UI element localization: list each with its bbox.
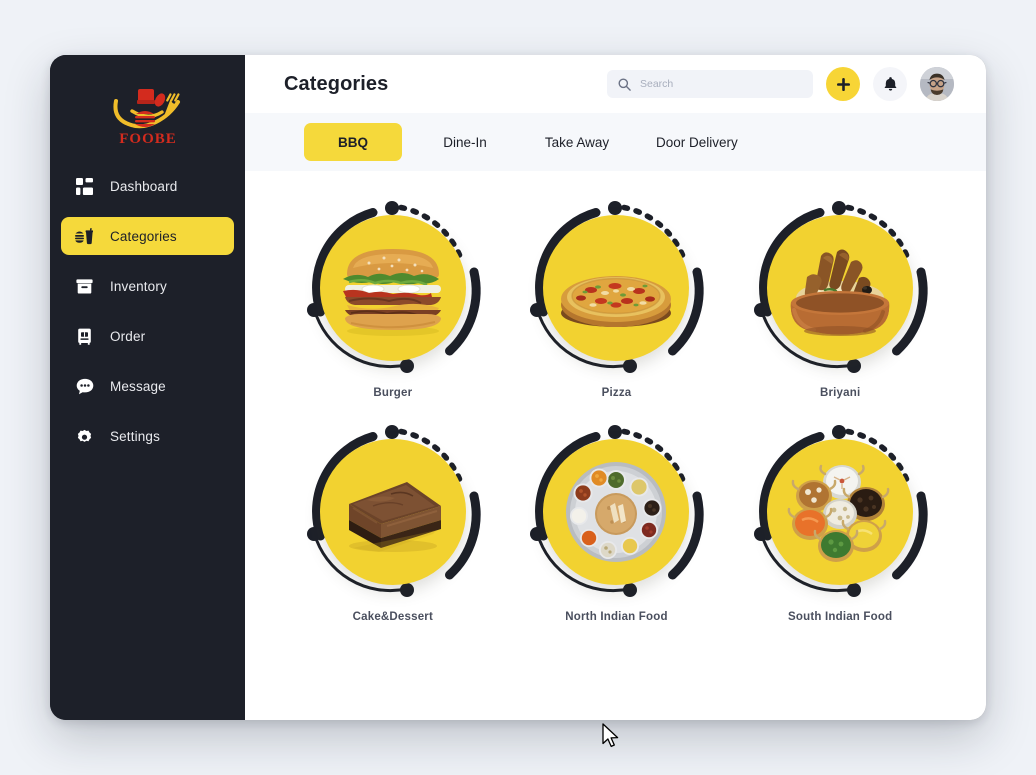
food-drink-icon: [75, 227, 94, 246]
add-category-button[interactable]: [826, 67, 860, 101]
category-card-briyani[interactable]: Briyani: [728, 193, 952, 399]
tab-take-away[interactable]: Take Away: [528, 123, 626, 161]
category-image-briyani: [767, 215, 914, 361]
arrow-cursor-icon: [602, 723, 619, 748]
logo-wordmark: FOOBE: [119, 131, 177, 147]
tab-label: Take Away: [544, 134, 610, 150]
south-indian-bowls-photo: [787, 464, 890, 562]
sidebar-item-dashboard[interactable]: Dashboard: [61, 167, 234, 205]
burger-photo: [342, 249, 441, 336]
category-label: South Indian Food: [788, 611, 893, 623]
user-avatar[interactable]: [920, 67, 954, 101]
sidebar-item-categories[interactable]: Categories: [61, 217, 234, 255]
ring-dot-left: [754, 303, 769, 317]
search-input[interactable]: [640, 78, 802, 90]
cake-dessert-photo: [348, 482, 441, 552]
progress-ring-wrap: [298, 417, 488, 607]
category-label: Cake&Dessert: [352, 611, 434, 623]
sidebar-item-label: Inventory: [110, 278, 167, 294]
category-label: North Indian Food: [565, 611, 668, 623]
app-logo[interactable]: FOOBE: [50, 77, 245, 155]
sidebar-item-order[interactable]: Order: [61, 317, 234, 355]
sidebar-item-label: Order: [110, 328, 146, 344]
topbar-actions: [607, 67, 954, 101]
progress-ring-wrap: [521, 193, 711, 383]
ring-dot-left: [306, 303, 321, 317]
progress-ring-wrap: [745, 193, 935, 383]
ring-dot-left: [530, 303, 545, 317]
north-indian-thali-photo: [566, 462, 667, 562]
tab-bbq[interactable]: BBQ: [304, 123, 402, 161]
plus-icon: [836, 77, 850, 91]
mouse-cursor: [602, 723, 622, 756]
tab-label: Door Delivery: [656, 134, 738, 150]
app-window: FOOBE Dashboard Categories Inventory Ord…: [50, 55, 986, 720]
tab-label: Dine-In: [443, 134, 487, 150]
ring-dot-bottom: [623, 583, 638, 597]
category-card-cake-dessert[interactable]: Cake&Dessert: [281, 417, 505, 623]
category-tabs: BBQ Dine-In Take Away Door Delivery: [245, 113, 986, 171]
pizza-photo: [561, 276, 672, 327]
ring-dot-top: [608, 425, 623, 439]
ring-dot-top: [384, 425, 399, 439]
progress-ring-wrap: [745, 417, 935, 607]
ring-dot-top: [384, 201, 399, 215]
chat-bubble-icon: [75, 377, 94, 396]
tab-door-delivery[interactable]: Door Delivery: [640, 123, 754, 161]
ring-dot-left: [754, 527, 769, 541]
avatar-photo: [920, 67, 954, 101]
ring-dot-bottom: [399, 359, 414, 373]
category-image-north-indian-food: [543, 439, 690, 585]
grid-icon: [75, 177, 94, 196]
category-label: Burger: [373, 387, 413, 399]
category-grid: Burger Pizza Briyani Cake&Dessert North …: [281, 193, 952, 623]
sidebar-nav: Dashboard Categories Inventory Order Mes…: [50, 167, 245, 455]
ring-dot-bottom: [847, 359, 862, 373]
category-card-south-indian-food[interactable]: South Indian Food: [728, 417, 952, 623]
category-label: Pizza: [601, 387, 632, 399]
search-icon: [618, 78, 631, 91]
category-card-north-indian-food[interactable]: North Indian Food: [505, 417, 729, 623]
bell-icon: [884, 77, 896, 91]
topbar: Categories: [245, 55, 986, 113]
main-panel: Categories Search BBQ Dine-In Take Away …: [245, 55, 986, 720]
tab-label: BBQ: [338, 134, 368, 150]
ring-dot-left: [530, 527, 545, 541]
sidebar-item-label: Settings: [110, 428, 160, 444]
ring-dot-bottom: [623, 359, 638, 373]
ring-dot-top: [832, 201, 847, 215]
page-title: Categories: [284, 72, 389, 95]
foobe-logo-icon: FOOBE: [113, 89, 180, 147]
ring-dot-top: [608, 201, 623, 215]
gear-icon: [75, 427, 94, 446]
notifications-button[interactable]: [873, 67, 907, 101]
sidebar-item-message[interactable]: Message: [61, 367, 234, 405]
category-content: Burger Pizza Briyani Cake&Dessert North …: [245, 171, 986, 720]
category-image-pizza: [543, 215, 690, 361]
receipt-icon: [75, 327, 94, 346]
category-card-pizza[interactable]: Pizza: [505, 193, 729, 399]
sidebar-item-label: Message: [110, 378, 166, 394]
category-image-south-indian-food: [767, 439, 914, 585]
category-image-cake-dessert: [319, 439, 466, 585]
sidebar: FOOBE Dashboard Categories Inventory Ord…: [50, 55, 245, 720]
box-icon: [75, 277, 94, 296]
category-image-burger: [319, 215, 466, 361]
sidebar-item-settings[interactable]: Settings: [61, 417, 234, 455]
briyani-photo: [790, 249, 890, 336]
ring-dot-bottom: [847, 583, 862, 597]
progress-ring-wrap: [521, 417, 711, 607]
category-card-burger[interactable]: Burger: [281, 193, 505, 399]
sidebar-item-label: Categories: [110, 228, 177, 244]
ring-dot-bottom: [399, 583, 414, 597]
ring-dot-left: [306, 527, 321, 541]
ring-dot-top: [832, 425, 847, 439]
tab-dine-in[interactable]: Dine-In: [416, 123, 514, 161]
category-label: Briyani: [819, 387, 861, 399]
sidebar-item-label: Dashboard: [110, 178, 178, 194]
search-box[interactable]: [607, 70, 813, 98]
progress-ring-wrap: [298, 193, 488, 383]
sidebar-item-inventory[interactable]: Inventory: [61, 267, 234, 305]
